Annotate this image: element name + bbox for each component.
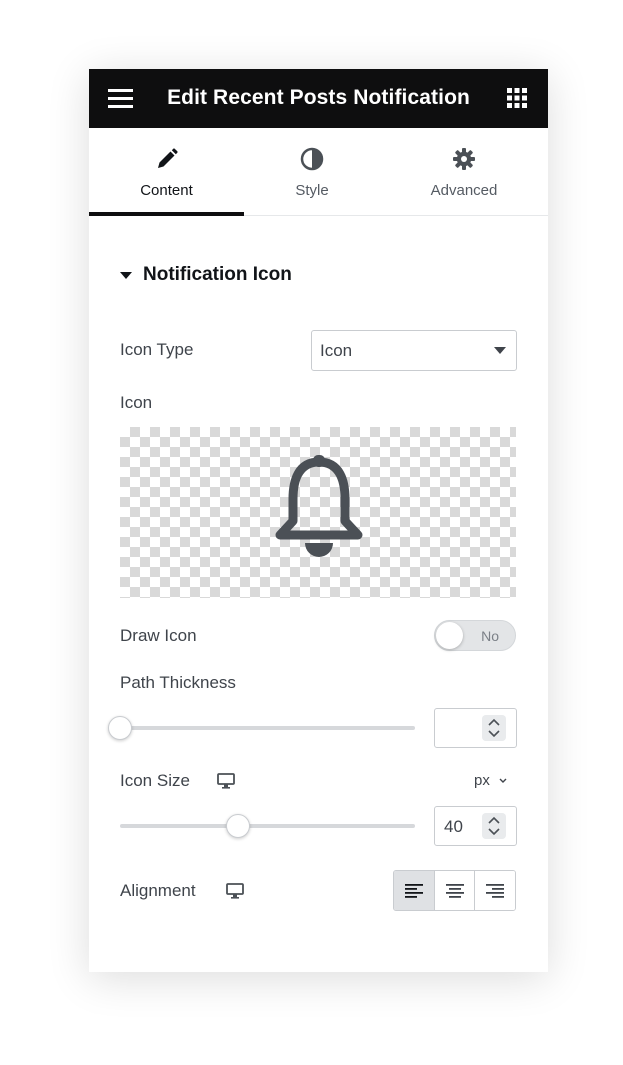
icon-size-value: 40 (444, 817, 463, 836)
contrast-icon (300, 147, 324, 171)
panel-header: Edit Recent Posts Notification (89, 69, 548, 128)
icon-size-slider-thumb[interactable] (226, 814, 250, 838)
toggle-state-text: No (481, 628, 499, 644)
align-left-icon (404, 883, 423, 898)
draw-icon-label: Draw Icon (120, 626, 197, 645)
number-stepper-icon[interactable] (482, 813, 506, 839)
align-center-icon (445, 883, 464, 898)
desktop-icon[interactable] (226, 883, 244, 899)
tab-style[interactable]: Style (244, 128, 380, 215)
tab-content[interactable]: Content (89, 128, 244, 216)
icon-type-value: Icon (320, 341, 353, 360)
icon-type-select[interactable]: Icon (311, 330, 517, 371)
widgets-grid-icon[interactable] (507, 88, 527, 108)
path-thickness-slider-thumb[interactable] (108, 716, 132, 740)
align-right-button[interactable] (475, 871, 515, 910)
icon-label: Icon (120, 393, 153, 412)
pencil-icon (157, 148, 178, 168)
chevron-down-icon (494, 347, 506, 354)
icon-size-input[interactable]: 40 (434, 806, 517, 846)
icon-picker-preview[interactable] (120, 427, 516, 598)
alignment-choices (393, 870, 516, 911)
align-left-button[interactable] (394, 871, 435, 910)
align-center-button[interactable] (434, 871, 476, 910)
chevron-down-icon (499, 778, 507, 784)
tab-label: Advanced (430, 182, 498, 199)
panel-title: Edit Recent Posts Notification (167, 86, 470, 109)
draw-icon-toggle[interactable]: No (434, 620, 516, 651)
unit-value: px (474, 772, 490, 789)
path-thickness-input[interactable] (434, 708, 517, 748)
alignment-label: Alignment (120, 881, 196, 900)
desktop-icon[interactable] (217, 773, 235, 789)
path-thickness-label: Path Thickness (120, 673, 236, 692)
icon-size-label: Icon Size (120, 771, 190, 790)
caret-down-icon (120, 271, 132, 279)
tab-advanced[interactable]: Advanced (380, 128, 548, 215)
icon-size-slider[interactable] (120, 824, 415, 828)
tab-label: Style (295, 182, 329, 199)
tab-bar: Content Style Advanced (89, 128, 548, 216)
editor-panel: Edit Recent Posts Notification Content S… (89, 69, 548, 972)
tab-label: Content (140, 182, 193, 199)
gear-icon (453, 148, 475, 170)
unit-selector[interactable]: px (474, 772, 508, 789)
number-stepper-icon[interactable] (482, 715, 506, 741)
align-right-icon (486, 883, 505, 898)
toggle-knob (436, 622, 463, 649)
section-toggle-notification-icon[interactable]: Notification Icon (120, 264, 292, 286)
section-title: Notification Icon (143, 264, 292, 285)
path-thickness-slider[interactable] (120, 726, 415, 730)
bell-icon (275, 455, 363, 557)
icon-type-label: Icon Type (120, 340, 194, 359)
